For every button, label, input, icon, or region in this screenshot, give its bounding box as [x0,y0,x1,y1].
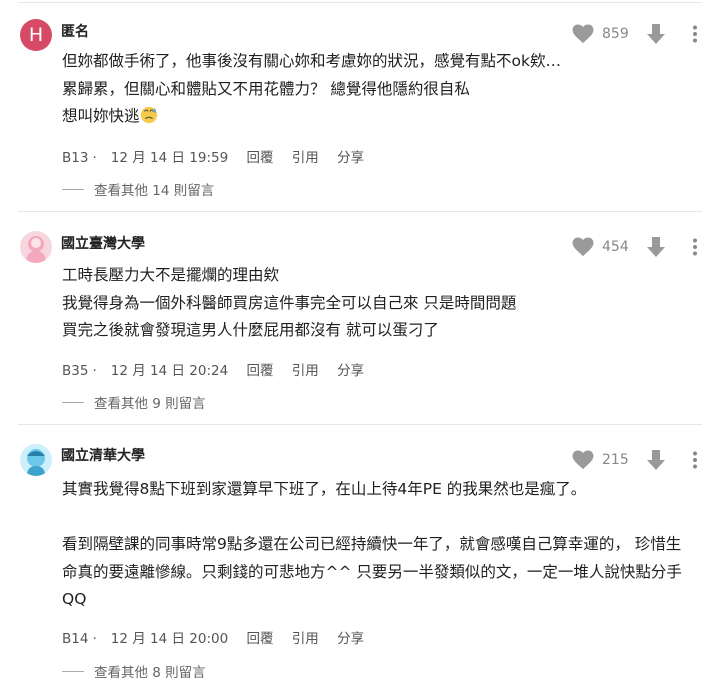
comment-datetime: 12 月 14 日 19:59 [110,150,229,166]
thumb-down-arrow-icon[interactable] [646,236,666,258]
thumb-down-arrow-icon[interactable] [646,23,666,45]
dash-line [62,670,84,672]
view-more-replies[interactable]: 查看其他 8 則留言 [62,661,206,681]
reply-button[interactable]: 回覆 [246,150,273,166]
separator-dot: · [92,150,97,166]
comment-line: 看到隔壁課的同事時常9點多還在公司已經持續快一年了，就會感嘆自己算幸運的， 珍惜… [62,535,682,553]
avatar-boy-icon [27,449,45,476]
like-count: 859 [602,26,629,42]
comment-actions: 215 [572,448,698,472]
comment-item: 國立清華大學 215 其實我覺得8點下班到家還算早下班了，在山上待4年PE 的我… [0,425,724,682]
comment-line: 想叫妳快逃 [62,103,712,131]
share-button[interactable]: 分享 [337,363,364,379]
sweat-face-emoji [140,106,157,124]
more-vertical-icon[interactable] [692,25,698,43]
quote-button[interactable]: 引用 [292,363,319,379]
comment-actions: 859 [572,22,698,46]
comment-line: 但妳都做手術了，他事後沒有關心妳和考慮妳的狀況，感覺有點不ok欸… [62,52,561,70]
view-more-replies[interactable]: 查看其他 14 則留言 [62,179,214,199]
comment-line-text: 想叫妳快逃 [62,107,140,125]
reply-button[interactable]: 回覆 [246,363,273,379]
more-vertical-icon[interactable] [692,238,698,256]
more-vertical-icon[interactable] [692,451,698,469]
like-count: 215 [602,452,629,468]
heart-icon[interactable] [572,450,594,470]
reply-button[interactable]: 回覆 [246,631,273,647]
avatar[interactable]: H [20,19,52,51]
comment-author[interactable]: 匿名 [61,21,89,41]
avatar[interactable] [20,231,52,263]
comment-meta: B35 · 12 月 14 日 20:24 回覆 引用 分享 [62,359,378,379]
comment-body: 工時長壓力大不是擺爛的理由欸 我覺得身為一個外科醫師買房這件事完全可以自己來 只… [62,262,712,345]
comment-datetime: 12 月 14 日 20:24 [110,363,229,379]
comment-item: 國立臺灣大學 454 工時長壓力大不是擺爛的理由欸 我覺得身為一個外科醫師買房這… [0,212,724,424]
dash-line [62,188,84,190]
comment-meta: B14 · 12 月 14 日 20:00 回覆 引用 分享 [62,627,378,647]
view-more-replies-label: 查看其他 9 則留言 [94,396,206,412]
comment-item: H 匿名 859 但妳都做手術了，他事後沒有關心妳和考慮妳的狀況，感覺有點不ok… [0,0,724,210]
like-count: 454 [602,239,629,255]
comment-author[interactable]: 國立清華大學 [61,445,145,465]
comment-meta: B13 · 12 月 14 日 19:59 回覆 引用 分享 [62,146,378,166]
heart-icon[interactable] [572,24,594,44]
quote-button[interactable]: 引用 [292,150,319,166]
comment-line: 其實我覺得8點下班到家還算早下班了，在山上待4年PE 的我果然也是瘋了。 [62,480,587,498]
quote-button[interactable]: 引用 [292,631,319,647]
view-more-replies-label: 查看其他 14 則留言 [94,183,215,199]
dash-line [62,401,84,403]
avatar-girl-icon [26,236,46,263]
comment-line: 命真的要遠離慘線。只剩錢的可悲地方^^ 只要另一半發類似的文，一定一堆人說快點分… [62,562,682,581]
avatar[interactable] [20,444,52,476]
thumb-down-arrow-icon[interactable] [646,449,666,471]
separator-dot: · [92,631,97,647]
floor-number: B35 [62,363,89,379]
comment-actions: 454 [572,235,698,259]
share-button[interactable]: 分享 [337,631,364,647]
comment-line: 工時長壓力大不是擺爛的理由欸 [62,266,280,284]
comment-body: 其實我覺得8點下班到家還算早下班了，在山上待4年PE 的我果然也是瘋了。 看到隔… [62,476,712,614]
comment-author[interactable]: 國立臺灣大學 [61,233,145,253]
comment-line: 累歸累，但關心和體貼又不用花體力？ 總覺得他隱約很自私 [62,79,470,98]
comment-line: 買完之後就會發現這男人什麼屁用都沒有 就可以蛋刁了 [62,321,439,339]
comment-line: 我覺得身為一個外科醫師買房這件事完全可以自己來 只是時間問題 [62,293,517,312]
heart-icon[interactable] [572,237,594,257]
comment-body: 但妳都做手術了，他事後沒有關心妳和考慮妳的狀況，感覺有點不ok欸… 累歸累，但關… [62,48,712,131]
comment-line: QQ [62,590,87,608]
separator-dot: · [92,363,97,379]
view-more-replies-label: 查看其他 8 則留言 [94,665,206,681]
floor-number: B14 [62,631,89,647]
share-button[interactable]: 分享 [337,150,364,166]
view-more-replies[interactable]: 查看其他 9 則留言 [62,392,206,412]
comment-datetime: 12 月 14 日 20:00 [110,631,229,647]
floor-number: B13 [62,150,89,166]
avatar-letter: H [28,24,44,46]
